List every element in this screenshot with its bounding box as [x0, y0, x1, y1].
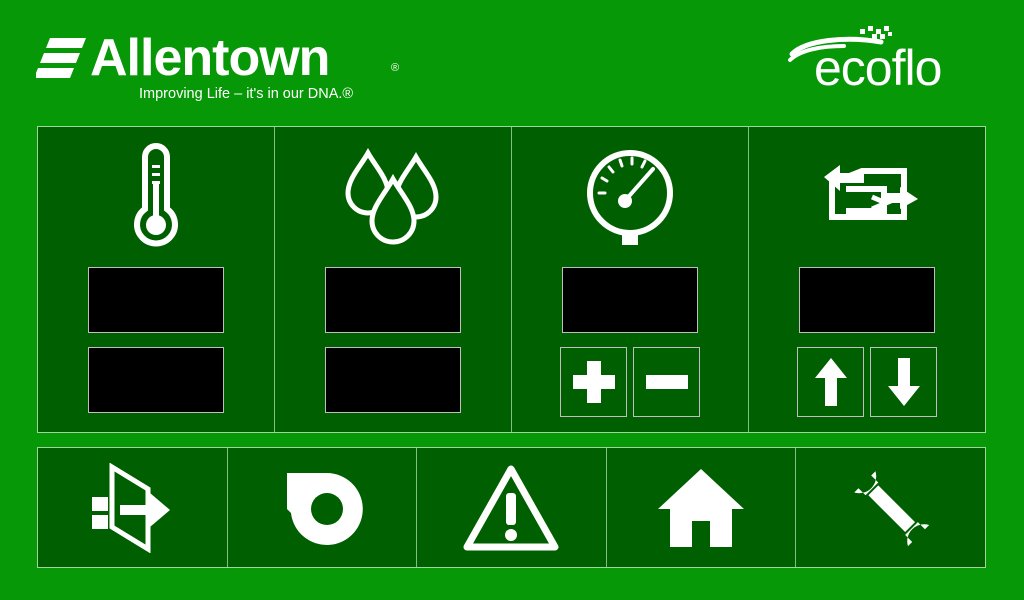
airflow-display: [799, 267, 935, 333]
arrow-down-icon: [887, 358, 920, 406]
airflow-up-button[interactable]: [797, 347, 864, 417]
main-panel: [37, 126, 986, 433]
airflow-down-button[interactable]: [870, 347, 937, 417]
blower-icon: [286, 472, 363, 545]
water-drops-icon: [345, 147, 439, 245]
pressure-display: [562, 267, 698, 333]
ecoflo-logo: ecoflo: [786, 24, 996, 96]
home-icon: [658, 468, 745, 547]
brand-tagline: Improving Life – it's in our DNA.®: [139, 86, 354, 102]
temperature-column: [38, 127, 275, 432]
temperature-display-primary: [88, 267, 224, 333]
air-exchange-icon: [824, 165, 918, 220]
settings-button[interactable]: [796, 448, 985, 567]
plus-icon: [572, 361, 615, 403]
allentown-logo: Allentown ® Improving Life – it's in our…: [36, 28, 416, 108]
humidity-display-primary: [325, 267, 461, 333]
partner-name: ecoflo: [814, 40, 942, 96]
pressure-column: [512, 127, 749, 432]
brand-name: Allentown: [90, 29, 330, 87]
alarm-button[interactable]: [417, 448, 607, 567]
pressure-decrease-button[interactable]: [633, 347, 700, 417]
pressure-increase-button[interactable]: [560, 347, 627, 417]
brand-trademark: ®: [391, 62, 400, 74]
wrench-icon: [853, 470, 929, 546]
humidity-display-secondary: [325, 347, 461, 413]
thermometer-icon: [134, 143, 178, 247]
humidity-column: [275, 127, 512, 432]
home-button[interactable]: [607, 448, 797, 567]
pressure-controls: [560, 347, 700, 417]
bottom-nav: [37, 447, 986, 568]
exit-icon: [92, 462, 171, 553]
pressure-gauge-icon: [587, 150, 673, 245]
warning-icon: [463, 465, 559, 550]
allentown-stripes-icon: [36, 38, 86, 78]
airflow-column: [749, 127, 985, 432]
temperature-display-secondary: [88, 347, 224, 413]
exit-button[interactable]: [38, 448, 228, 567]
airflow-controls: [797, 347, 937, 417]
arrow-up-icon: [814, 358, 847, 406]
blower-button[interactable]: [228, 448, 418, 567]
minus-icon: [645, 375, 688, 389]
